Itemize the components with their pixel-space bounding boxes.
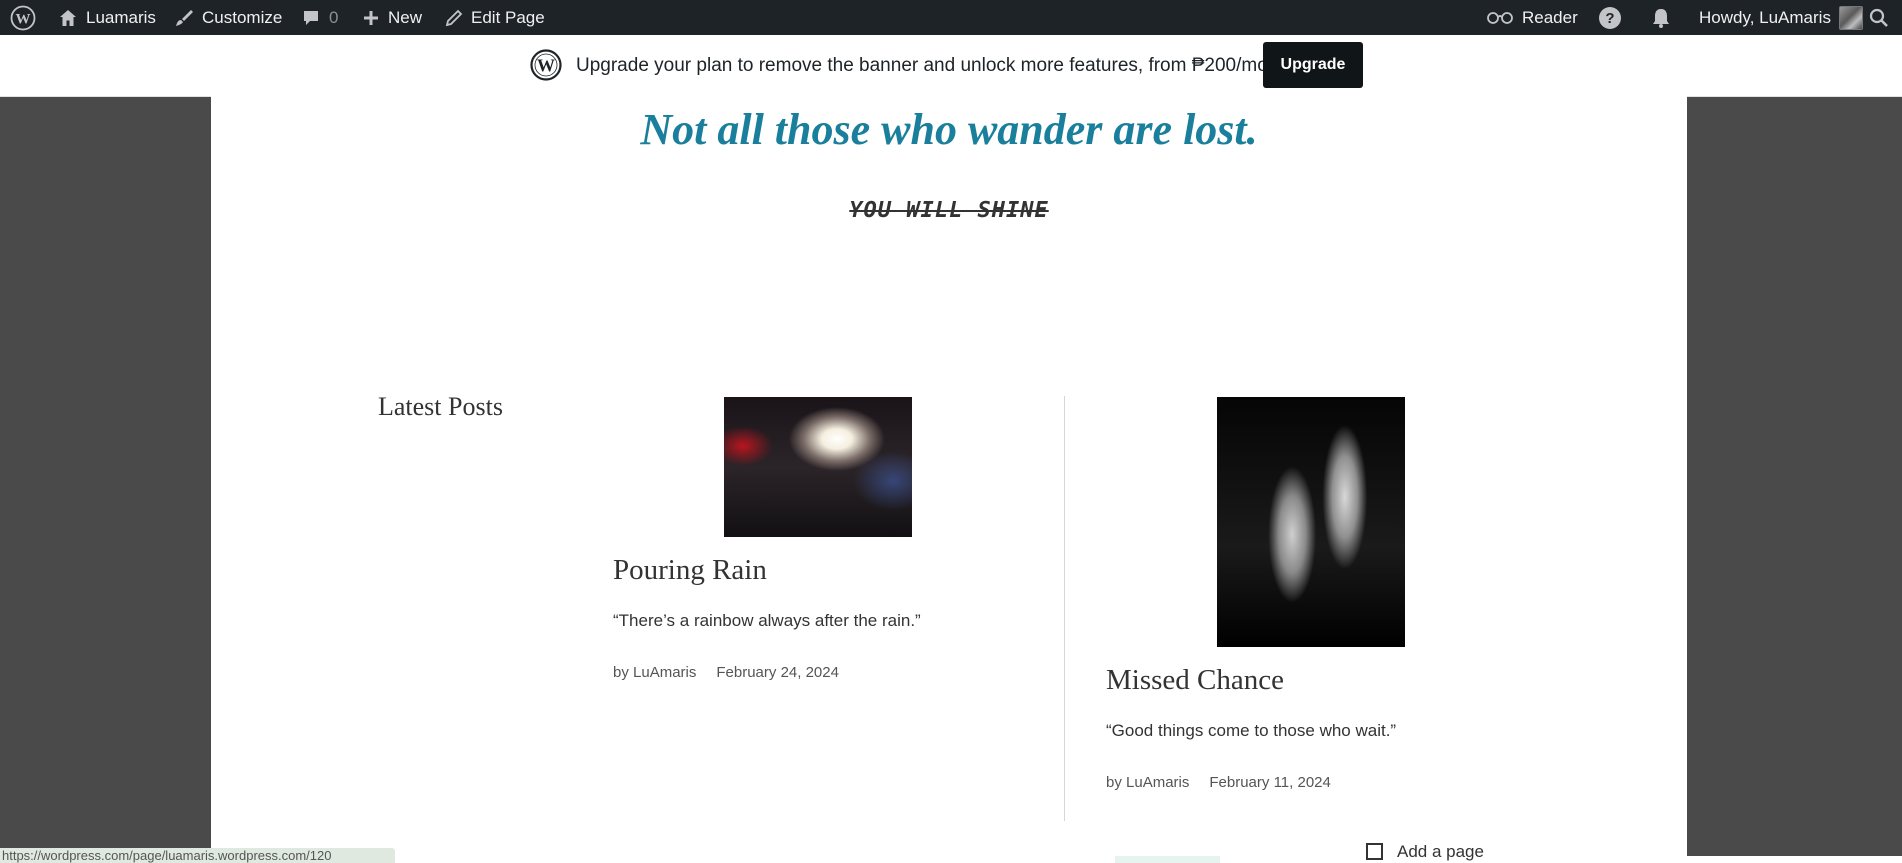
latest-posts-heading: Latest Posts	[378, 392, 503, 421]
pencil-icon	[445, 9, 463, 27]
comments-link[interactable]: 0	[301, 0, 338, 35]
help-button[interactable]: ?	[1598, 0, 1622, 35]
post-excerpt: “There’s a rainbow always after the rain…	[613, 611, 921, 630]
wordpress-logo-icon: W	[10, 5, 36, 31]
reader-link[interactable]: Reader	[1486, 0, 1578, 35]
post-author-link[interactable]: by LuAmaris	[1106, 774, 1189, 791]
account-menu[interactable]: Howdy, LuAmaris	[1699, 0, 1863, 35]
post-date-link[interactable]: February 11, 2024	[1209, 774, 1330, 791]
svg-text:W: W	[16, 11, 31, 27]
column-divider	[1064, 396, 1065, 821]
svg-text:W: W	[537, 56, 555, 76]
post-author-link[interactable]: by LuAmaris	[613, 664, 696, 681]
upgrade-banner-text: Upgrade your plan to remove the banner a…	[576, 55, 1295, 76]
post-meta: by LuAmaris February 24, 2024	[613, 664, 839, 681]
admin-bar: W Luamaris Customize 0 New Edit Page Rea…	[0, 0, 1902, 35]
site-tagline: Not all those who wander are lost.	[640, 105, 1258, 154]
brush-icon	[174, 8, 194, 28]
post-meta: by LuAmaris February 11, 2024	[1106, 774, 1331, 791]
comment-bubble-icon	[301, 8, 321, 28]
post-thumbnail-pouring-rain[interactable]	[724, 397, 912, 537]
customize-label: Customize	[202, 7, 283, 27]
add-page-button[interactable]: Add a page	[1366, 840, 1484, 863]
bottom-teal-strip	[1115, 856, 1220, 863]
bell-icon	[1650, 7, 1672, 29]
page-content: Not all those who wander are lost. YOU W…	[211, 96, 1687, 856]
post-excerpt: “Good things come to those who wait.”	[1106, 721, 1397, 740]
post-title-link[interactable]: Pouring Rain	[613, 554, 767, 587]
status-bar-url: https://wordpress.com/page/luamaris.word…	[0, 848, 395, 863]
new-label: New	[388, 7, 423, 27]
search-icon	[1869, 8, 1889, 28]
svg-text:?: ?	[1605, 10, 1614, 27]
post-date-link[interactable]: February 24, 2024	[716, 664, 839, 681]
glasses-icon	[1486, 10, 1514, 26]
add-page-label: Add a page	[1397, 841, 1484, 861]
new-content-button[interactable]: New	[362, 0, 422, 35]
plus-icon	[362, 9, 380, 27]
notifications-button[interactable]	[1650, 0, 1672, 35]
add-page-icon	[1366, 843, 1383, 860]
home-icon	[58, 8, 78, 28]
page-subtitle: YOU WILL SHINE	[849, 198, 1049, 223]
customize-link[interactable]: Customize	[174, 0, 282, 35]
help-icon: ?	[1598, 6, 1622, 30]
greeting-label: Howdy, LuAmaris	[1699, 7, 1831, 27]
avatar	[1838, 5, 1863, 30]
upgrade-banner: W Upgrade your plan to remove the banner…	[0, 35, 1902, 97]
edit-page-label: Edit Page	[471, 7, 545, 27]
reader-label: Reader	[1522, 7, 1578, 27]
post-thumbnail-missed-chance[interactable]	[1217, 397, 1405, 647]
wordpress-logo-icon: W	[530, 49, 562, 86]
comments-count: 0	[329, 7, 339, 27]
site-name-link[interactable]: Luamaris	[58, 0, 156, 35]
search-button[interactable]	[1869, 0, 1889, 35]
edit-page-link[interactable]: Edit Page	[445, 0, 545, 35]
wordpress-logo-button[interactable]: W	[10, 0, 36, 35]
upgrade-button[interactable]: Upgrade	[1263, 42, 1363, 88]
site-name-label: Luamaris	[86, 7, 156, 27]
post-title-link[interactable]: Missed Chance	[1106, 664, 1284, 697]
